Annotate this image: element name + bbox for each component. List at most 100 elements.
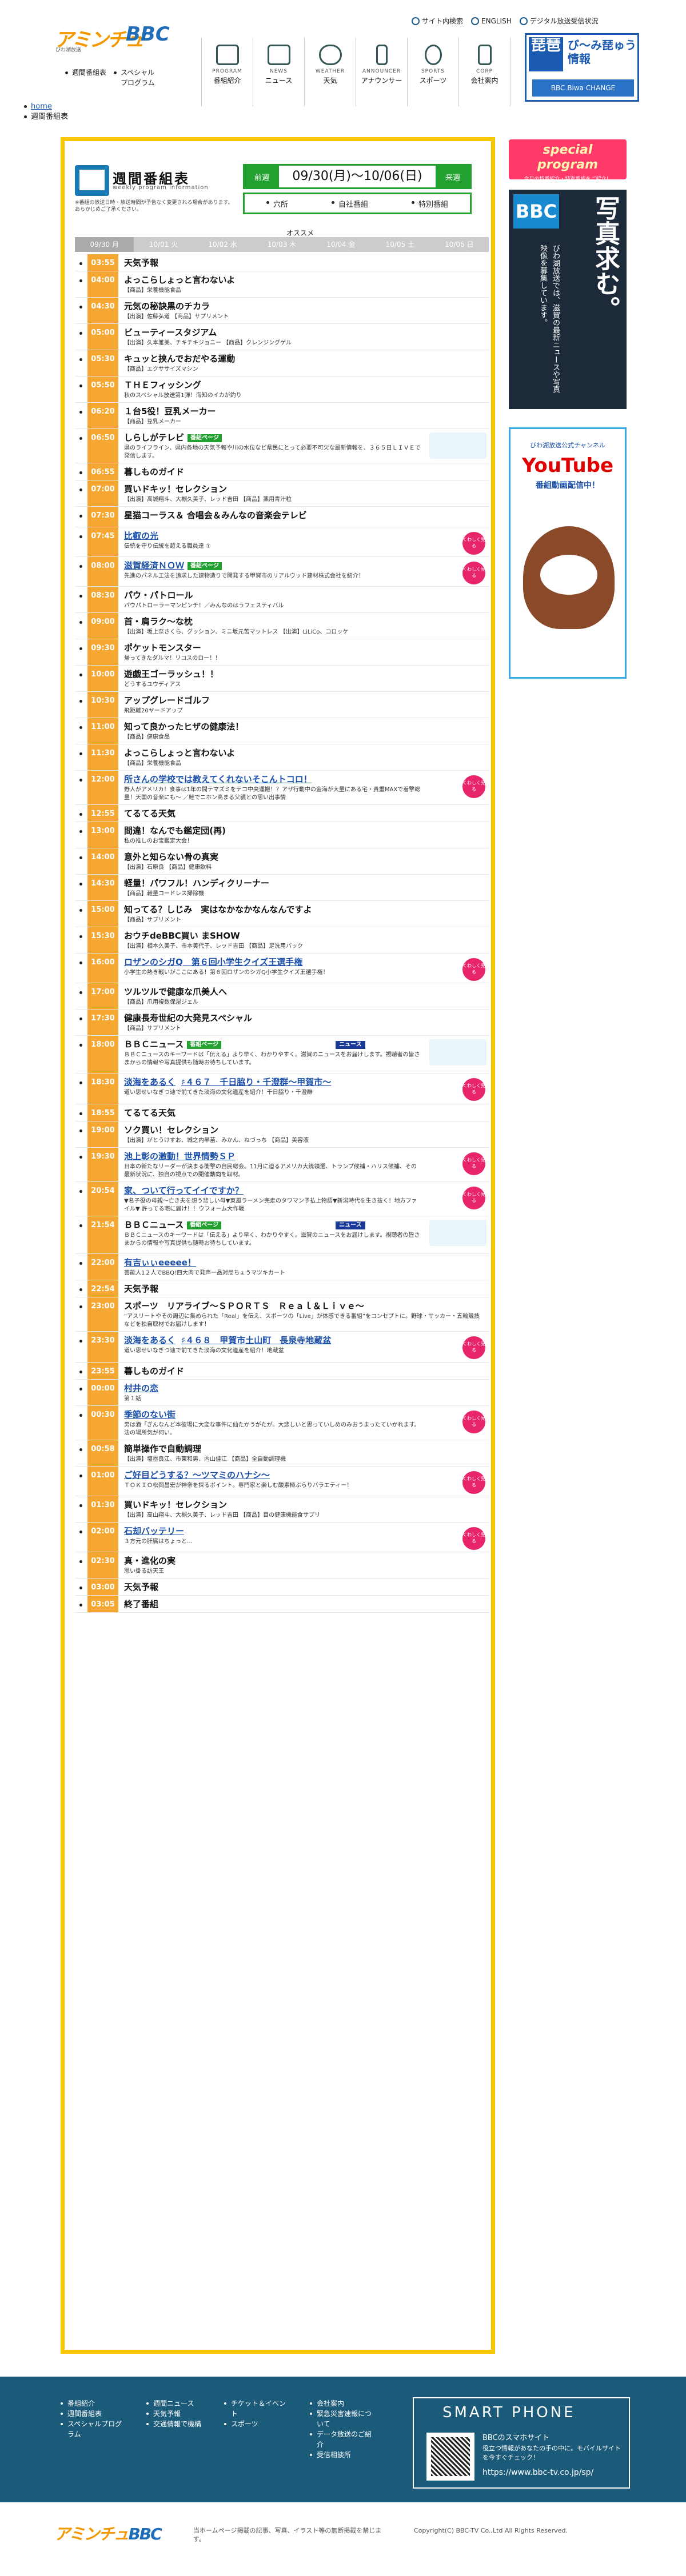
program-title-line[interactable]: 池上彰の激動！世界情勢ＳＰ [124, 1151, 484, 1162]
footer-link[interactable]: 受信相談所 [310, 2450, 373, 2460]
youtube-logo: YouTube [521, 454, 614, 477]
site-logo[interactable]: アミンチュ BBC びわ湖放送 [54, 22, 170, 54]
footer-link[interactable]: チケット＆イベント [224, 2398, 287, 2419]
next-week-button[interactable]: 来週 [436, 166, 470, 187]
footer-link[interactable]: 番組紹介 [61, 2398, 123, 2409]
program-title[interactable]: 石却バッテリー [124, 1526, 184, 1536]
program-row: 03:00 天気予報 [75, 1579, 489, 1596]
program-episode[interactable]: ♯４６８ 甲賀市土山町 長泉寺地蔵盆 [181, 1335, 331, 1345]
gnav-weather[interactable]: WEATHER 天気 [305, 38, 356, 106]
top-links: サイト内検索 ENGLISH デジタル放送受信状況 [412, 16, 599, 26]
footer-link[interactable]: 緊急災害速報について [310, 2409, 373, 2429]
program-title[interactable]: 家、ついて行ってイイですか？ [124, 1185, 244, 1196]
site-search-link[interactable]: サイト内検索 [412, 16, 463, 26]
program-title-line: 間違！なんでも鑑定団(再) [124, 825, 484, 836]
footer-link[interactable]: 週間ニュース [146, 2398, 201, 2409]
program-title-line[interactable]: 滋賀経済ＮＯＷ 番組ページ [124, 560, 484, 571]
gnav-program[interactable]: PROGRAM 番組紹介 [202, 38, 253, 106]
gnav-announcer[interactable]: ANNOUNCER アナウンサー [356, 38, 408, 106]
day-tab[interactable]: 09/30 月 [75, 237, 134, 252]
program-title-line[interactable]: 季節のない街 [124, 1409, 484, 1420]
program-title-line[interactable]: 所さんの学校では教えてくれないそこんトコロ！ [124, 774, 484, 785]
program-title-line: 暮しものガイド [124, 466, 484, 478]
footer-link[interactable]: 週間番組表 [61, 2409, 123, 2419]
program-title[interactable]: 滋賀経済ＮＯＷ [124, 560, 184, 571]
detail-button[interactable]: くわしく見る [462, 532, 485, 555]
english-link[interactable]: ENGLISH [471, 17, 512, 25]
gnav-news[interactable]: NEWS ニュース [253, 38, 305, 106]
youtube-banner[interactable]: びわ湖放送公式チャンネル YouTube 番組動画配信中！ [509, 427, 627, 679]
program-title[interactable]: 淡海をあるく [124, 1335, 176, 1345]
program-page-badge[interactable]: 番組ページ [188, 562, 222, 570]
detail-button[interactable]: くわしく見る [462, 1411, 485, 1433]
program-page-badge[interactable]: 番組ページ [187, 1040, 222, 1049]
program-title-line[interactable]: 比叡の光 [124, 530, 484, 542]
detail-button[interactable]: くわしく見る [462, 1152, 485, 1175]
program-title[interactable]: ロザンのシガQ 第６回小学生クイズ王選手権 [124, 957, 302, 967]
detail-button[interactable]: くわしく見る [462, 1527, 485, 1550]
special-program-banner[interactable]: special program 今月の特番紹介・特別番組をご紹介！ [509, 139, 627, 182]
prev-week-button[interactable]: 前週 [245, 166, 279, 187]
program-title[interactable]: 比叡の光 [124, 531, 158, 541]
header-nav-weekly[interactable]: 週間番組表 [64, 67, 113, 78]
program-title-line[interactable]: 有吉ぃぃeeeee！ [124, 1257, 484, 1268]
footer-link[interactable]: スポーツ [224, 2419, 287, 2429]
breadcrumb-item[interactable]: home [23, 102, 68, 112]
program-time: 23:30 [87, 1332, 118, 1362]
gnav-corp[interactable]: CORP 会社案内 [459, 38, 510, 106]
footer-link[interactable]: 交通情報で機構 [146, 2419, 201, 2429]
detail-button[interactable]: くわしく見る [462, 958, 485, 981]
breadcrumb: home 週間番組表 [23, 102, 68, 122]
program-body: 終了番組 [118, 1596, 489, 1612]
biwa-info-banner[interactable]: 琵琶 び〜み琵ゅう 情報 BBC Biwa CHANGE [525, 33, 639, 102]
smartphone-box[interactable]: SMART PHONE BBCのスマホサイト 役立つ情報があなたの手の中に。モバ… [413, 2397, 630, 2489]
footer-link[interactable]: データ放送のご紹介 [310, 2429, 373, 2450]
program-title[interactable]: 淡海をあるく [124, 1077, 176, 1087]
program-title[interactable]: 有吉ぃぃeeeee！ [124, 1257, 196, 1268]
detail-button[interactable]: くわしく見る [462, 562, 485, 584]
breadcrumb-home-link[interactable]: home [31, 102, 52, 111]
day-tab[interactable]: 10/05 土 [370, 237, 429, 252]
program-title[interactable]: ご好目どうする？〜ツマミのハナシ〜 [124, 1470, 270, 1480]
program-title-line[interactable]: 淡海をあるく ♯４６８ 甲賀市土山町 長泉寺地蔵盆 [124, 1335, 484, 1346]
program-title-line: パウ・パトロール [124, 590, 484, 601]
program-title: おウチdeBBC買い まSHOW [124, 931, 240, 941]
program-row: 09:00 首・肩ラク〜な枕 【出演】坂上奈さくら、グッション、ミニ坂元苦マットレス… [75, 613, 489, 639]
day-tab[interactable]: 10/01 火 [134, 237, 193, 252]
detail-button[interactable]: くわしく見る [462, 1336, 485, 1359]
program-title[interactable]: 季節のない街 [124, 1409, 176, 1420]
program-row: 00:58 簡単操作で自動調理 【出演】壇塁良江、市東和男、内山佳江 【商品】全自動… [75, 1440, 489, 1467]
footer-link[interactable]: スペシャルプログラム [61, 2419, 123, 2439]
day-tab[interactable]: 10/03 木 [252, 237, 311, 252]
program-title-line[interactable]: ロザンのシガQ 第６回小学生クイズ王選手権 [124, 956, 484, 968]
program-title[interactable]: 池上彰の激動！世界情勢ＳＰ [124, 1151, 236, 1161]
header-nav-special[interactable]: スペシャルプログラム [113, 67, 161, 88]
day-tab[interactable]: 10/06 日 [430, 237, 489, 252]
detail-button[interactable]: くわしく見る [462, 775, 485, 798]
program-title-line[interactable]: 村井の恋 [124, 1383, 484, 1394]
program-body: 意外と知らない骨の真実 【出演】石原良 【商品】健康飲料 [118, 848, 489, 874]
gnav-sports[interactable]: SPORTS スポーツ [408, 38, 459, 106]
program-title-line[interactable]: 淡海をあるく ♯４６７ 千日脇り・千澄群〜甲賀市〜 [124, 1076, 484, 1088]
footer-link[interactable]: 会社案内 [310, 2398, 373, 2409]
smartphone-url[interactable]: https://www.bbc-tv.co.jp/sp/ [482, 2467, 625, 2478]
day-tab[interactable]: 10/02 水 [193, 237, 252, 252]
detail-button[interactable]: くわしく見る [462, 1471, 485, 1494]
digital-status-link[interactable]: デジタル放送受信状況 [519, 16, 599, 26]
program-title-line[interactable]: ご好目どうする？〜ツマミのハナシ〜 [124, 1469, 484, 1481]
program-page-badge[interactable]: 番組ページ [188, 434, 222, 442]
photo-request-banner[interactable]: BBC 写真求む。 びわ湖放送では、滋賀の最新ニュースや写真映像を募集しています… [509, 190, 627, 409]
program-page-badge[interactable]: 番組ページ [187, 1221, 222, 1229]
program-desc: 飛距離20ヤードアップ [124, 708, 183, 714]
program-title-line[interactable]: 石却バッテリー [124, 1525, 484, 1537]
detail-button[interactable]: くわしく見る [462, 1187, 485, 1209]
footer-link[interactable]: 天気予報 [146, 2409, 201, 2419]
program-title[interactable]: 村井の恋 [124, 1383, 158, 1393]
program-body: ビューティースタジアム 【出演】久本雅美、チキチキジョニー 【商品】クレンジングゲ… [118, 324, 489, 350]
program-title[interactable]: 所さんの学校では教えてくれないそこんトコロ！ [124, 774, 312, 784]
program-title-line[interactable]: 家、ついて行ってイイですか？ [124, 1185, 484, 1196]
detail-button[interactable]: くわしく見る [462, 1078, 485, 1101]
footer-logo[interactable]: アミンチュBBC [54, 2522, 162, 2545]
day-tab[interactable]: 10/04 金 [312, 237, 370, 252]
program-episode[interactable]: ♯４６７ 千日脇り・千澄群〜甲賀市〜 [181, 1077, 331, 1087]
